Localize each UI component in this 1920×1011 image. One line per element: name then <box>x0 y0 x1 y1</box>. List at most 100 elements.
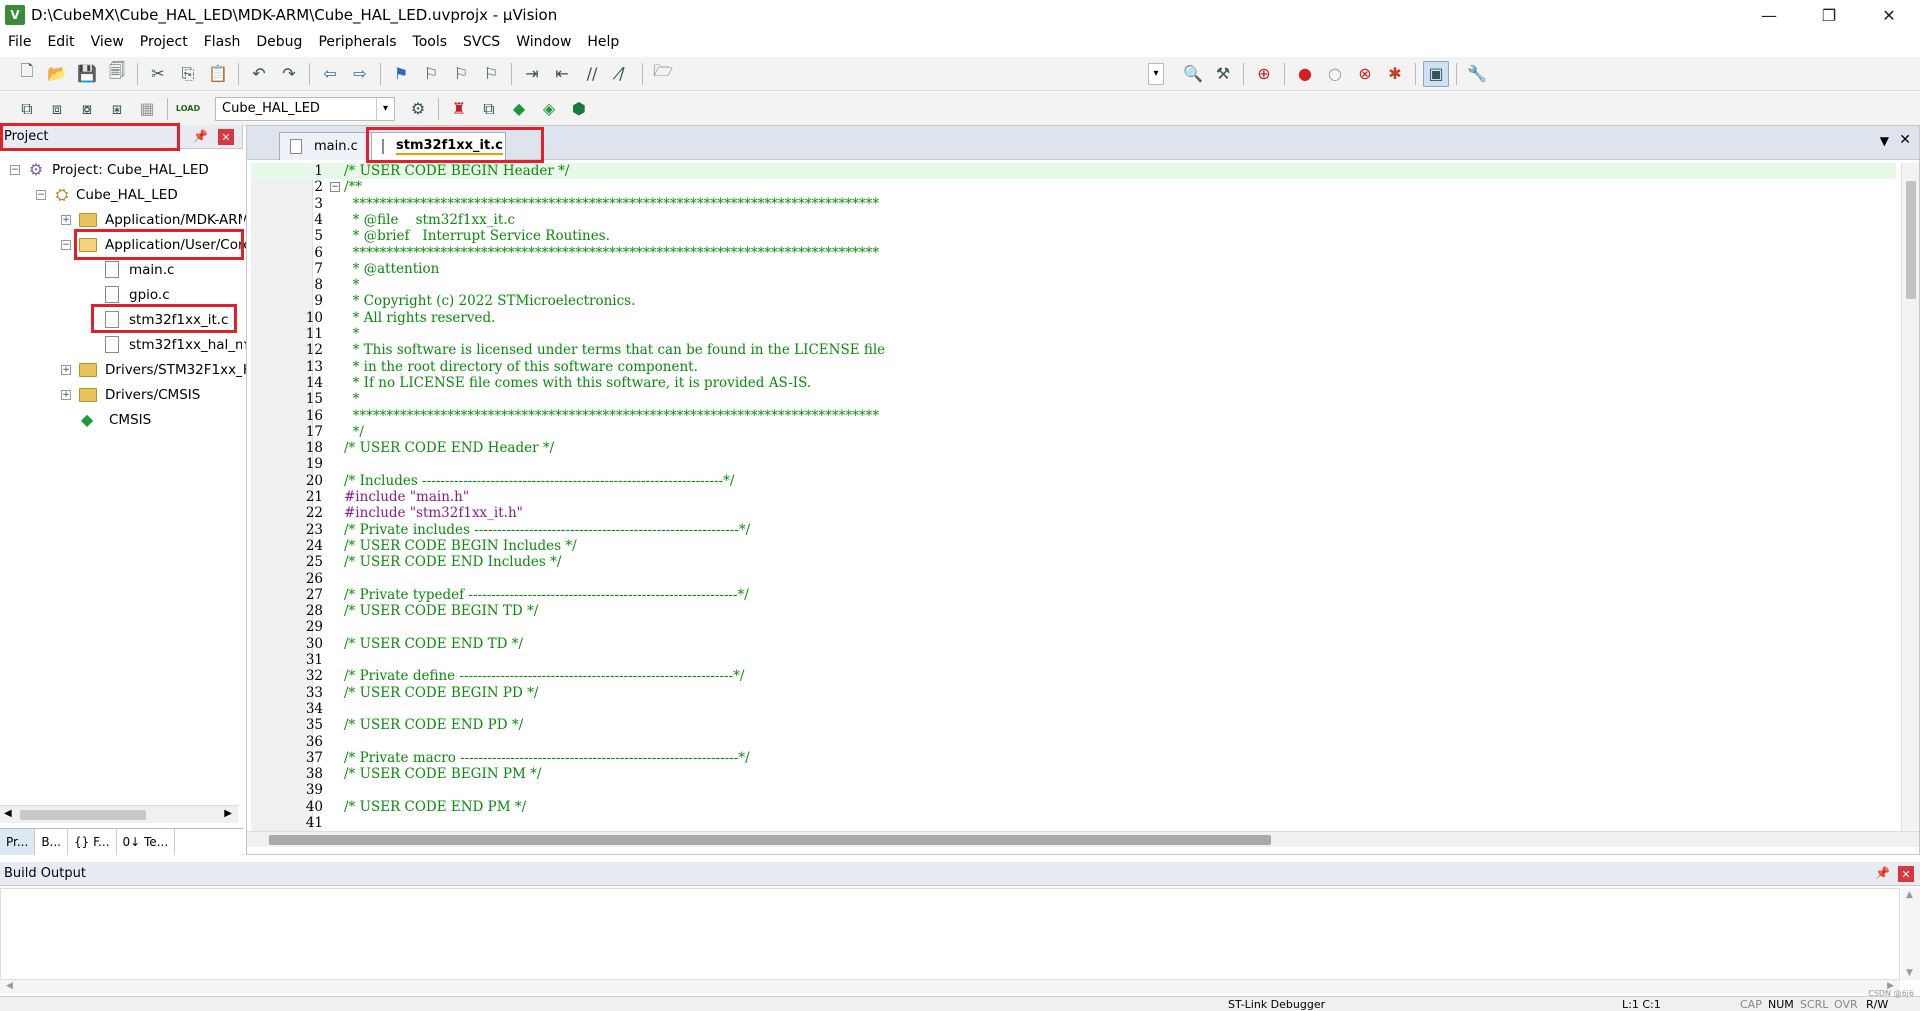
comment-icon[interactable]: // <box>579 61 605 87</box>
tab-list-dropdown-icon[interactable]: ▼ <box>1880 134 1889 148</box>
find-in-files-icon[interactable]: 🗁 <box>650 61 676 87</box>
code-line[interactable]: 41 <box>251 815 1896 831</box>
build-output-text[interactable] <box>0 888 1900 980</box>
code-line[interactable]: 7 * @attention <box>251 261 1896 277</box>
breakpoint-icon[interactable]: ● <box>1292 61 1318 87</box>
tab-project[interactable]: Pr... <box>0 829 36 855</box>
expand-icon[interactable]: + <box>61 214 71 225</box>
close-tab-icon[interactable]: ✕ <box>1899 132 1911 148</box>
code-line[interactable]: 17 */ <box>251 424 1896 440</box>
copy-icon[interactable]: ⎘ <box>175 61 201 87</box>
tree-horizontal-scrollbar[interactable]: ◀ ▶ <box>0 805 238 823</box>
code-line[interactable]: 21 #include "main.h" <box>251 489 1896 505</box>
build-output-vscroll[interactable]: ▲ ▼ <box>1902 888 1920 980</box>
code-line[interactable]: 15 * <box>251 391 1896 407</box>
menu-window[interactable]: Window <box>508 30 579 54</box>
rebuild-icon[interactable]: ⧇ <box>74 96 100 122</box>
code-line[interactable]: 6 **************************************… <box>251 245 1896 261</box>
undo-icon[interactable]: ↶ <box>246 61 272 87</box>
code-line[interactable]: 10 * All rights reserved. <box>251 310 1896 326</box>
incremental-find-icon[interactable]: ⚒ <box>1210 61 1236 87</box>
code-line[interactable]: 34 <box>251 701 1896 717</box>
menu-help[interactable]: Help <box>579 30 627 54</box>
code-line[interactable]: 38 /* USER CODE BEGIN PM */ <box>251 766 1896 782</box>
menu-tools[interactable]: Tools <box>405 30 456 54</box>
close-window-button[interactable]: ✕ <box>1860 0 1918 30</box>
code-line[interactable]: 12 * This software is licensed under ter… <box>251 342 1896 358</box>
pin-icon[interactable]: 📌 <box>1875 866 1890 880</box>
tree-file-gpio-c[interactable]: gpio.c <box>105 282 170 307</box>
window-layout-icon[interactable]: ▣ <box>1423 60 1449 87</box>
code-line[interactable]: 9 * Copyright (c) 2022 STMicroelectronic… <box>251 293 1896 309</box>
code-line[interactable]: 31 <box>251 652 1896 668</box>
save-icon[interactable]: 💾 <box>74 61 100 87</box>
code-line[interactable]: 37 /* Private macro ---------------------… <box>251 750 1896 766</box>
next-bookmark-icon[interactable]: ⚐ <box>448 61 474 87</box>
tab-templates[interactable]: 0↓ Te... <box>117 829 176 855</box>
scroll-right-icon[interactable]: ▶ <box>224 808 232 819</box>
tab-functions[interactable]: {} F... <box>68 829 117 855</box>
code-line[interactable]: 32 /* Private define --------------------… <box>251 668 1896 684</box>
code-line[interactable]: 3 **************************************… <box>251 196 1896 212</box>
code-line[interactable]: 28 /* USER CODE BEGIN TD */ <box>251 603 1896 619</box>
editor-vscroll-thumb[interactable] <box>1906 181 1916 299</box>
translate-icon[interactable]: ⧉ <box>14 96 40 122</box>
manage-project-items-icon[interactable]: ♜ <box>446 96 472 122</box>
menu-project[interactable]: Project <box>132 30 196 54</box>
code-line[interactable]: 35 /* USER CODE END PD */ <box>251 717 1896 733</box>
paste-icon[interactable]: 📋 <box>205 61 231 87</box>
prev-bookmark-icon[interactable]: ⚐ <box>418 61 444 87</box>
scroll-left-icon[interactable]: ◀ <box>6 981 13 991</box>
close-panel-icon[interactable]: ✕ <box>218 129 234 145</box>
open-folder-icon[interactable]: 📂 <box>44 61 70 87</box>
menu-debug[interactable]: Debug <box>248 30 310 54</box>
menu-svcs[interactable]: SVCS <box>455 30 508 54</box>
save-all-icon[interactable]: 🗐 <box>104 61 130 87</box>
code-line[interactable]: 26 <box>251 571 1896 587</box>
cut-icon[interactable]: ✂ <box>145 61 171 87</box>
tree-scroll-thumb[interactable] <box>20 810 146 820</box>
download-load-icon[interactable]: LOAD <box>175 96 201 122</box>
code-line[interactable]: 29 <box>251 619 1896 635</box>
bookmark-icon[interactable]: ⚑ <box>388 61 414 87</box>
tree-cmsis-component[interactable]: ◆ CMSIS <box>79 407 151 432</box>
code-editor[interactable]: 1/* USER CODE BEGIN Header */2−/** 3 ****… <box>251 163 1901 831</box>
configure-icon[interactable]: 🔧 <box>1464 61 1490 87</box>
select-packs-icon[interactable]: ⧉ <box>476 96 502 122</box>
code-line[interactable]: 14 * If no LICENSE file comes with this … <box>251 375 1896 391</box>
tab-books[interactable]: B... <box>35 829 68 855</box>
tree-file-main-c[interactable]: main.c <box>105 257 174 282</box>
editor-hscroll-thumb[interactable] <box>269 835 1271 845</box>
fold-toggle-icon[interactable]: − <box>330 182 340 193</box>
code-line[interactable]: 20 /* Includes --------------------------… <box>251 473 1896 489</box>
uncomment-icon[interactable]: /̸ <box>609 61 635 87</box>
tree-project-root[interactable]: − ⚙ Project: Cube_HAL_LED <box>10 157 209 182</box>
indent-icon[interactable]: ⇥ <box>519 61 545 87</box>
pin-icon[interactable]: 📌 <box>193 129 208 143</box>
code-line[interactable]: 36 <box>251 734 1896 750</box>
tree-group-cmsis[interactable]: + Drivers/CMSIS <box>61 382 200 407</box>
stop-build-icon[interactable]: ▦ <box>134 96 160 122</box>
scroll-up-icon[interactable]: ▲ <box>1906 890 1913 900</box>
rte-icon[interactable]: ⬢ <box>566 96 592 122</box>
scroll-down-icon[interactable]: ▼ <box>1906 968 1913 978</box>
tree-file-stm32f1xx-it-c[interactable]: stm32f1xx_it.c <box>105 307 228 332</box>
code-line[interactable]: 33 /* USER CODE BEGIN PD */ <box>251 685 1896 701</box>
disable-breakpoint-icon[interactable]: ○ <box>1322 61 1348 87</box>
code-line[interactable]: 1 /* USER CODE BEGIN Header */ <box>251 163 1896 180</box>
batch-build-icon[interactable]: ⧆ <box>104 96 130 122</box>
kill-breakpoints-icon[interactable]: ✱ <box>1382 61 1408 87</box>
code-line[interactable]: 25 /* USER CODE END Includes */ <box>251 554 1896 570</box>
code-line[interactable]: 23 /* Private includes ------------------… <box>251 522 1896 538</box>
debug-session-icon[interactable]: ⊕ <box>1251 61 1277 87</box>
menu-peripherals[interactable]: Peripherals <box>310 30 404 54</box>
expand-icon[interactable]: + <box>61 364 71 375</box>
navigate-back-icon[interactable]: ⇦ <box>317 61 343 87</box>
code-line[interactable]: 11 * <box>251 326 1896 342</box>
disable-all-breakpoints-icon[interactable]: ⊗ <box>1352 61 1378 87</box>
tree-group-mdk-arm[interactable]: + Application/MDK-ARM <box>61 207 249 232</box>
code-line[interactable]: 16 *************************************… <box>251 408 1896 424</box>
build-icon[interactable]: ⧈ <box>44 96 70 122</box>
collapse-icon[interactable]: − <box>61 239 71 250</box>
collapse-icon[interactable]: − <box>10 164 20 175</box>
